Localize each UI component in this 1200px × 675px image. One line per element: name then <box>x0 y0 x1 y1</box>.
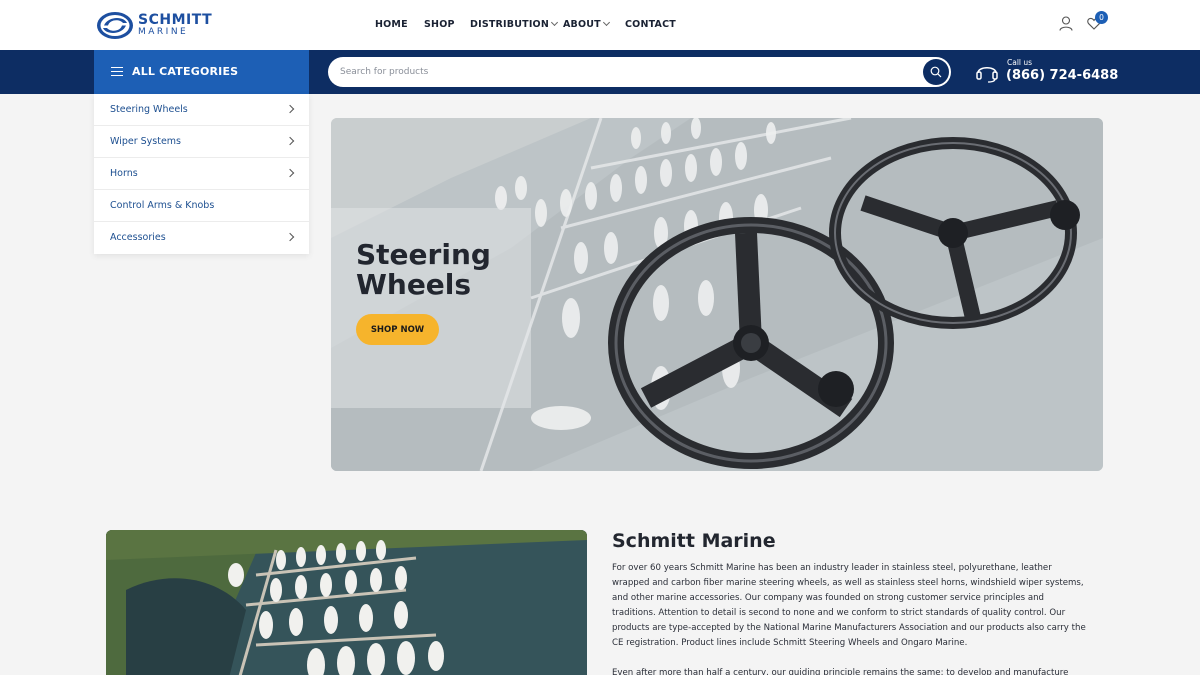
category-item-steering-wheels[interactable]: Steering Wheels <box>94 94 309 126</box>
top-header: SCHMITT MARINE HOME SHOP DISTRIBUTION AB… <box>0 0 1200 50</box>
nav-about-label: ABOUT <box>563 19 601 30</box>
hero-title-line2: Wheels <box>356 268 472 301</box>
category-item-horns[interactable]: Horns <box>94 158 309 190</box>
all-categories-label: ALL CATEGORIES <box>132 65 239 78</box>
headset-icon <box>976 66 998 83</box>
logo-name-line2: MARINE <box>138 27 189 37</box>
nav-about[interactable]: ABOUT <box>563 18 610 30</box>
about-paragraph-2: Even after more than half a century, our… <box>612 668 1069 675</box>
category-item-accessories[interactable]: Accessories <box>94 222 309 254</box>
category-label: Control Arms & Knobs <box>110 200 215 211</box>
phone-number[interactable]: (866) 724-6488 <box>1006 68 1118 83</box>
nav-distribution-label: DISTRIBUTION <box>470 19 549 30</box>
chevron-right-icon <box>285 232 295 242</box>
user-icon[interactable] <box>1059 16 1073 31</box>
call-us-label: Call us <box>1007 58 1033 67</box>
about-marina-image <box>106 530 587 675</box>
category-item-control-arms-knobs[interactable]: Control Arms & Knobs <box>94 190 309 222</box>
category-label: Wiper Systems <box>110 136 181 147</box>
search-icon <box>930 66 942 78</box>
hamburger-menu-icon <box>111 67 123 76</box>
nav-distribution[interactable]: DISTRIBUTION <box>470 18 559 30</box>
search-button[interactable] <box>923 59 949 85</box>
site-logo[interactable]: SCHMITT MARINE <box>96 10 218 40</box>
chevron-down-icon <box>550 18 559 27</box>
chevron-right-icon <box>285 136 295 146</box>
hero-title-line1: Steering <box>356 238 491 271</box>
category-label: Accessories <box>110 232 166 243</box>
category-dropdown: Steering Wheels Wiper Systems Horns Cont… <box>94 94 309 254</box>
logo-mark-icon <box>97 11 133 39</box>
category-label: Steering Wheels <box>110 104 188 115</box>
about-title: Schmitt Marine <box>612 530 776 552</box>
chevron-down-icon <box>602 18 610 27</box>
category-label: Horns <box>110 168 138 179</box>
shop-now-button[interactable]: SHOP NOW <box>356 314 439 345</box>
nav-contact[interactable]: CONTACT <box>625 19 676 30</box>
search-box <box>328 57 951 87</box>
chevron-right-icon <box>285 168 295 178</box>
wishlist-count-badge: 0 <box>1095 11 1108 24</box>
search-input[interactable] <box>340 63 900 81</box>
chevron-right-icon <box>285 104 295 114</box>
nav-home[interactable]: HOME <box>375 19 408 30</box>
hero-title: Steering Wheels <box>356 240 491 300</box>
logo-name-line1: SCHMITT <box>138 12 213 28</box>
category-item-wiper-systems[interactable]: Wiper Systems <box>94 126 309 158</box>
all-categories-button[interactable]: ALL CATEGORIES <box>94 50 309 94</box>
nav-shop[interactable]: SHOP <box>424 19 455 30</box>
about-paragraph-1: For over 60 years Schmitt Marine has bee… <box>612 563 1086 648</box>
